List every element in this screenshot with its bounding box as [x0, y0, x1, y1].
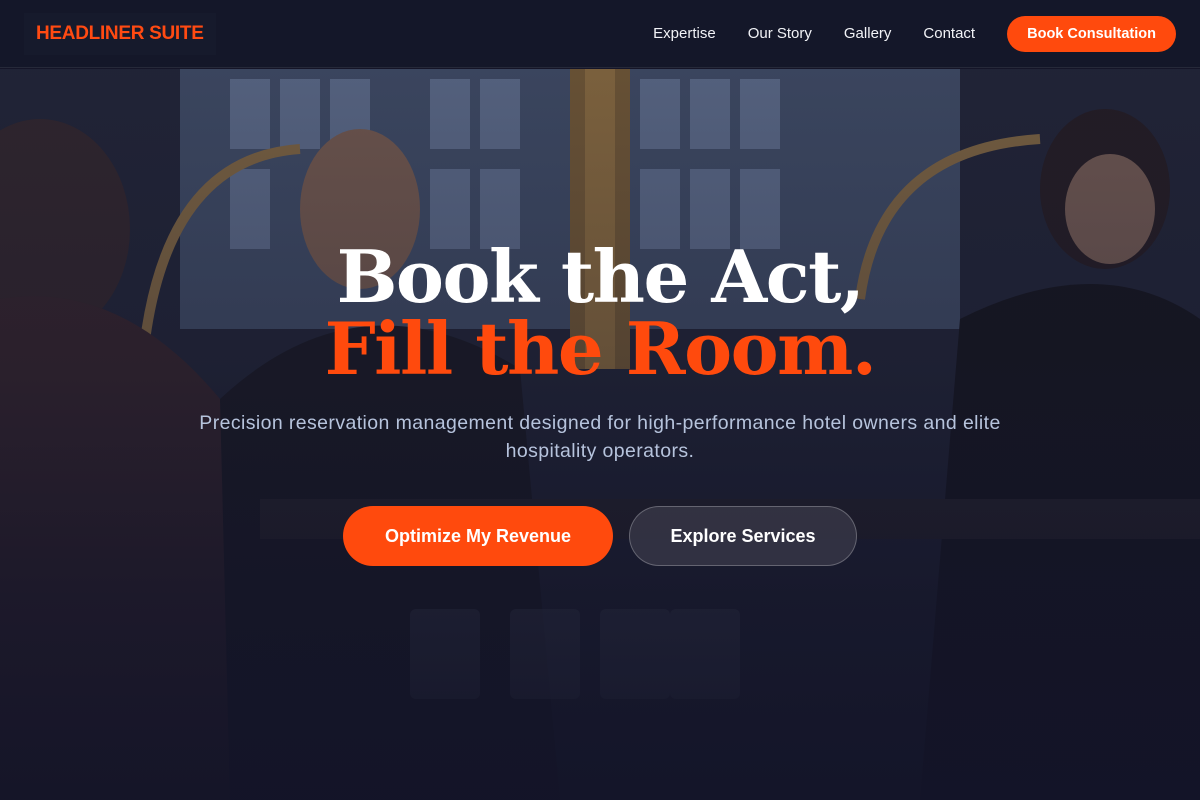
brand-logo[interactable]: HEADLINER SUITE: [24, 12, 216, 55]
hero-headline: Book the Act, Fill the Room.: [0, 241, 1200, 385]
hero-content: Book the Act, Fill the Room. Precision r…: [0, 69, 1200, 566]
nav-link-expertise[interactable]: Expertise: [653, 25, 716, 42]
explore-services-button[interactable]: Explore Services: [629, 506, 857, 566]
headline-line-2: Fill the Room.: [324, 306, 877, 391]
nav-link-our-story[interactable]: Our Story: [748, 25, 812, 42]
nav-link-contact[interactable]: Contact: [923, 25, 975, 42]
site-header: HEADLINER SUITE Expertise Our Story Gall…: [0, 0, 1200, 68]
book-consultation-button[interactable]: Book Consultation: [1007, 15, 1176, 52]
main-nav: Expertise Our Story Gallery Contact Book…: [653, 15, 1176, 52]
optimize-revenue-button[interactable]: Optimize My Revenue: [343, 506, 613, 566]
hero-cta-row: Optimize My Revenue Explore Services: [0, 506, 1200, 566]
nav-link-gallery[interactable]: Gallery: [844, 25, 892, 42]
headline-line-1: Book the Act,: [336, 234, 865, 319]
hero-subtitle: Precision reservation management designe…: [199, 412, 1001, 462]
